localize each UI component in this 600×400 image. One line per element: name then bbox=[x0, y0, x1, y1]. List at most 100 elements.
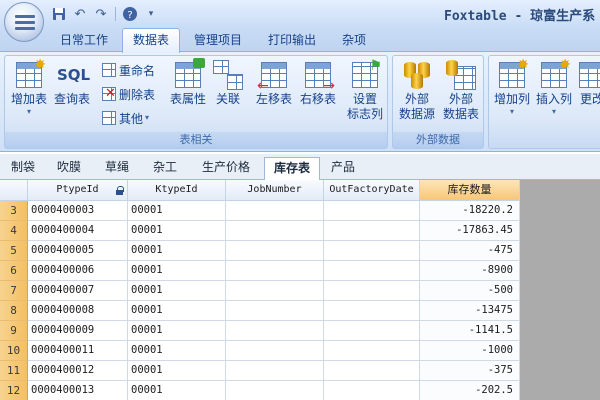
cell-ktypeid[interactable]: 00001 bbox=[128, 261, 226, 281]
change-column-button[interactable]: 更改 bbox=[577, 60, 600, 107]
row-number[interactable]: 5 bbox=[0, 241, 28, 261]
cell-stock-qty[interactable]: -475 bbox=[420, 241, 520, 261]
table-row[interactable]: 8 0000400008 00001 -13475 bbox=[0, 301, 520, 321]
cell-ktypeid[interactable]: 00001 bbox=[128, 221, 226, 241]
column-header-outfactorydate[interactable]: OutFactoryDate bbox=[324, 180, 420, 201]
row-number[interactable]: 7 bbox=[0, 281, 28, 301]
table-properties-button[interactable]: 表属性 bbox=[167, 58, 209, 107]
cell-stock-qty[interactable]: -375 bbox=[420, 361, 520, 381]
cell-jobnumber[interactable] bbox=[226, 241, 324, 261]
column-header-stock-qty[interactable]: 库存数量 bbox=[420, 180, 520, 201]
row-number[interactable]: 9 bbox=[0, 321, 28, 341]
rename-button[interactable]: 重命名 bbox=[101, 60, 155, 80]
cell-stock-qty[interactable]: -1141.5 bbox=[420, 321, 520, 341]
app-menu-button[interactable] bbox=[4, 2, 44, 42]
table-row[interactable]: 5 0000400005 00001 -475 bbox=[0, 241, 520, 261]
row-number[interactable]: 6 bbox=[0, 261, 28, 281]
column-header-ktypeid[interactable]: KtypeId bbox=[128, 180, 226, 201]
cell-outfactorydate[interactable] bbox=[324, 361, 420, 381]
cell-jobnumber[interactable] bbox=[226, 341, 324, 361]
cell-jobnumber[interactable] bbox=[226, 321, 324, 341]
query-table-button[interactable]: SQL 查询表 bbox=[51, 60, 93, 107]
cell-ktypeid[interactable]: 00001 bbox=[128, 321, 226, 341]
add-table-button[interactable]: ✸ 增加表 ▾ bbox=[9, 57, 49, 117]
sheet-tab-zhidai[interactable]: 制袋 bbox=[6, 157, 40, 179]
delete-table-button[interactable]: ✕ 删除表 bbox=[101, 84, 155, 104]
cell-ktypeid[interactable]: 00001 bbox=[128, 281, 226, 301]
cell-stock-qty[interactable]: -500 bbox=[420, 281, 520, 301]
cell-stock-qty[interactable]: -13475 bbox=[420, 301, 520, 321]
add-column-button[interactable]: ✸ 增加列 ▾ bbox=[493, 57, 531, 117]
cell-ktypeid[interactable]: 00001 bbox=[128, 201, 226, 221]
cell-stock-qty[interactable]: -202.5 bbox=[420, 381, 520, 400]
help-icon[interactable]: ? bbox=[121, 5, 139, 23]
cell-ptypeid[interactable]: 0000400003 bbox=[28, 201, 128, 221]
row-number[interactable]: 8 bbox=[0, 301, 28, 321]
cell-ktypeid[interactable]: 00001 bbox=[128, 381, 226, 400]
cell-ptypeid[interactable]: 0000400004 bbox=[28, 221, 128, 241]
cell-ptypeid[interactable]: 0000400007 bbox=[28, 281, 128, 301]
table-row[interactable]: 9 0000400009 00001 -1141.5 bbox=[0, 321, 520, 341]
undo-icon[interactable]: ↶ bbox=[71, 5, 89, 23]
row-number[interactable]: 3 bbox=[0, 201, 28, 221]
cell-outfactorydate[interactable] bbox=[324, 321, 420, 341]
cell-outfactorydate[interactable] bbox=[324, 241, 420, 261]
table-row[interactable]: 4 0000400004 00001 -17863.45 bbox=[0, 221, 520, 241]
cell-jobnumber[interactable] bbox=[226, 301, 324, 321]
cell-outfactorydate[interactable] bbox=[324, 301, 420, 321]
cell-jobnumber[interactable] bbox=[226, 221, 324, 241]
cell-ptypeid[interactable]: 0000400006 bbox=[28, 261, 128, 281]
cell-outfactorydate[interactable] bbox=[324, 381, 420, 400]
cell-jobnumber[interactable] bbox=[226, 361, 324, 381]
cell-ktypeid[interactable]: 00001 bbox=[128, 241, 226, 261]
table-row[interactable]: 3 0000400003 00001 -18220.2 bbox=[0, 201, 520, 221]
column-header-jobnumber[interactable]: JobNumber bbox=[226, 180, 324, 201]
cell-ptypeid[interactable]: 0000400011 bbox=[28, 341, 128, 361]
sheet-tab-chuimo[interactable]: 吹膜 bbox=[52, 157, 86, 179]
row-number[interactable]: 12 bbox=[0, 381, 28, 400]
cell-outfactorydate[interactable] bbox=[324, 201, 420, 221]
external-source-button[interactable]: 外部 数据源 bbox=[397, 60, 437, 122]
cell-outfactorydate[interactable] bbox=[324, 281, 420, 301]
set-flag-column-button[interactable]: ⚑ 设置 标志列 bbox=[345, 58, 385, 122]
save-icon[interactable] bbox=[50, 5, 68, 23]
tab-print-output[interactable]: 打印输出 bbox=[260, 29, 324, 52]
move-left-button[interactable]: ← 左移表 bbox=[253, 60, 295, 107]
sheet-tab-caosheng[interactable]: 草绳 bbox=[100, 157, 134, 179]
cell-jobnumber[interactable] bbox=[226, 381, 324, 400]
cell-stock-qty[interactable]: -18220.2 bbox=[420, 201, 520, 221]
redo-icon[interactable]: ↷ bbox=[92, 5, 110, 23]
cell-ptypeid[interactable]: 0000400012 bbox=[28, 361, 128, 381]
cell-ptypeid[interactable]: 0000400008 bbox=[28, 301, 128, 321]
cell-ktypeid[interactable]: 00001 bbox=[128, 361, 226, 381]
cell-jobnumber[interactable] bbox=[226, 201, 324, 221]
external-table-button[interactable]: 外部 数据表 bbox=[441, 60, 481, 122]
cell-ktypeid[interactable]: 00001 bbox=[128, 301, 226, 321]
row-number[interactable]: 10 bbox=[0, 341, 28, 361]
dropdown-icon[interactable]: ▾ bbox=[142, 5, 160, 23]
tab-misc[interactable]: 杂项 bbox=[334, 29, 374, 52]
table-row[interactable]: 11 0000400012 00001 -375 bbox=[0, 361, 520, 381]
table-row[interactable]: 6 0000400006 00001 -8900 bbox=[0, 261, 520, 281]
row-number[interactable]: 11 bbox=[0, 361, 28, 381]
table-row[interactable]: 10 0000400011 00001 -1000 bbox=[0, 341, 520, 361]
move-right-button[interactable]: → 右移表 bbox=[297, 60, 339, 107]
other-button[interactable]: 其他 ▾ bbox=[101, 108, 149, 128]
relation-button[interactable]: 关联 bbox=[211, 60, 245, 107]
cell-stock-qty[interactable]: -8900 bbox=[420, 261, 520, 281]
tab-daily-work[interactable]: 日常工作 bbox=[52, 29, 116, 52]
cell-ktypeid[interactable]: 00001 bbox=[128, 341, 226, 361]
cell-outfactorydate[interactable] bbox=[324, 261, 420, 281]
cell-outfactorydate[interactable] bbox=[324, 221, 420, 241]
sheet-tab-zagong[interactable]: 杂工 bbox=[148, 157, 182, 179]
cell-stock-qty[interactable]: -1000 bbox=[420, 341, 520, 361]
cell-ptypeid[interactable]: 0000400013 bbox=[28, 381, 128, 400]
table-row[interactable]: 12 0000400013 00001 -202.5 bbox=[0, 381, 520, 400]
cell-outfactorydate[interactable] bbox=[324, 341, 420, 361]
corner-cell[interactable] bbox=[0, 180, 28, 201]
sheet-tab-inventory[interactable]: 库存表 bbox=[264, 157, 320, 181]
cell-jobnumber[interactable] bbox=[226, 281, 324, 301]
tab-data-table[interactable]: 数据表 bbox=[122, 28, 180, 53]
sheet-tab-production-price[interactable]: 生产价格 bbox=[196, 157, 256, 179]
column-header-ptypeid[interactable]: PtypeId bbox=[28, 180, 128, 201]
